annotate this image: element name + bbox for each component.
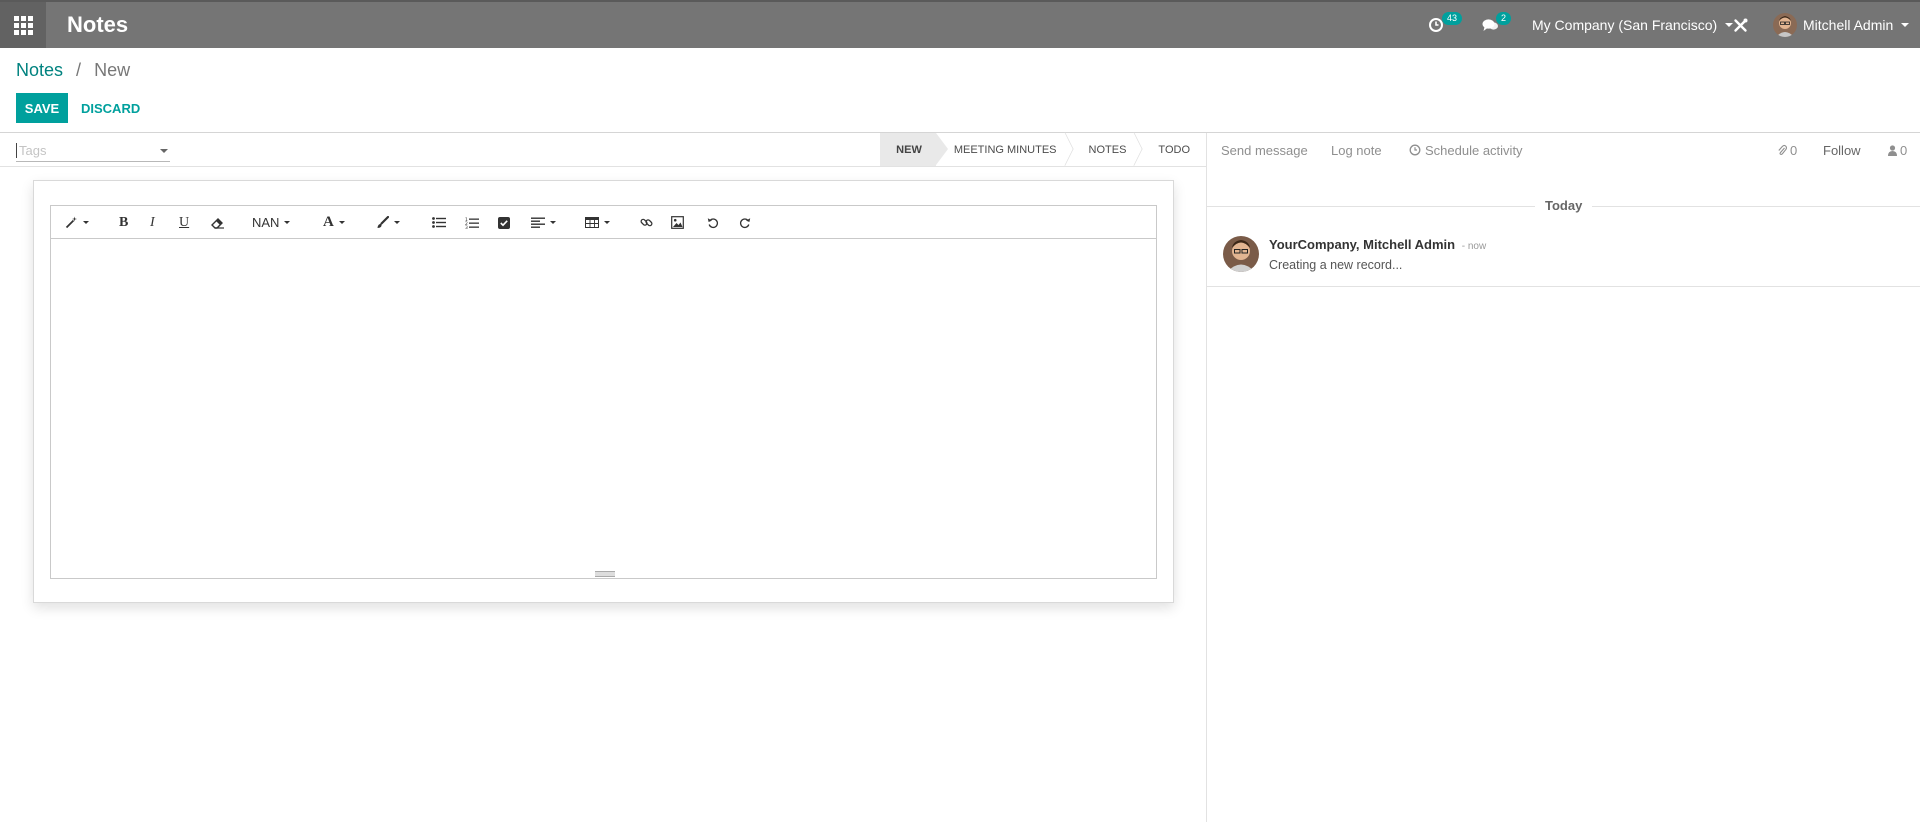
stage-label: NEW (896, 143, 922, 156)
bullet-list-icon (432, 217, 446, 228)
font-color-dropdown[interactable]: A (323, 206, 345, 239)
caret-down-icon (1725, 23, 1734, 27)
stage-label: NOTES (1088, 143, 1127, 156)
chatter-panel: Send message Log note Schedule activity … (1206, 133, 1920, 822)
checklist-button[interactable] (498, 206, 510, 239)
stage-label: TODO (1158, 143, 1190, 156)
font-size-dropdown[interactable]: NAN (252, 206, 291, 239)
note-content-area[interactable] (51, 239, 1156, 578)
message-author: YourCompany, Mitchell Admin - now (1269, 237, 1486, 252)
editor-toolbar: B I U NAN A 1 2 3 (51, 206, 1156, 239)
chatter-topbar: Send message Log note Schedule activity … (1207, 133, 1920, 167)
italic-button[interactable]: I (150, 206, 155, 239)
insert-link-button[interactable] (640, 206, 653, 239)
app-title[interactable]: Notes (67, 12, 128, 38)
redo-button[interactable] (739, 206, 751, 239)
magic-wand-icon (65, 216, 77, 229)
background-color-dropdown[interactable] (376, 206, 400, 239)
clock-icon (1409, 144, 1421, 156)
debug-tools-button[interactable] (1733, 2, 1748, 48)
stage-label: MEETING MINUTES (953, 143, 1057, 156)
form-sheet: B I U NAN A 1 2 3 (33, 180, 1174, 603)
stage-notes[interactable]: NOTES (1071, 132, 1143, 166)
style-dropdown[interactable] (65, 206, 89, 239)
svg-text:3: 3 (465, 225, 468, 229)
checkbox-icon (498, 216, 510, 229)
paragraph-align-dropdown[interactable] (531, 206, 556, 239)
bold-button[interactable]: B (119, 206, 128, 239)
stage-meeting-minutes[interactable]: MEETING MINUTES (936, 132, 1074, 166)
paint-brush-icon (377, 216, 389, 228)
tools-icon (1734, 18, 1748, 32)
breadcrumb: Notes / New (16, 60, 130, 81)
ordered-list-button[interactable]: 1 2 3 (465, 206, 479, 239)
form-header: NEW MEETING MINUTES NOTES TODO (0, 132, 1206, 167)
save-button[interactable]: SAVE (16, 93, 68, 123)
followers-count: 0 (1900, 142, 1908, 158)
image-icon (671, 216, 684, 229)
underline-button[interactable]: U (179, 206, 189, 239)
editor-resize-handle[interactable] (595, 571, 615, 577)
insert-image-button[interactable] (671, 206, 684, 239)
table-dropdown[interactable] (585, 206, 610, 239)
top-navbar: Notes 43 2 My Company (San Francisco) Mi… (0, 0, 1920, 48)
message-date: - now (1461, 241, 1487, 252)
user-icon (1888, 144, 1897, 156)
font-color-icon: A (323, 214, 334, 230)
table-icon (585, 217, 599, 228)
undo-button[interactable] (707, 206, 719, 239)
html-editor: B I U NAN A 1 2 3 (50, 205, 1157, 579)
tags-field[interactable] (16, 142, 170, 162)
schedule-activity-label: Schedule activity (1425, 142, 1523, 158)
activity-count-badge: 43 (1442, 12, 1463, 25)
link-icon (640, 218, 653, 227)
eraser-icon (211, 217, 224, 229)
attachments-count: 0 (1790, 142, 1798, 158)
date-separator-label: Today (1535, 198, 1593, 213)
stage-todo[interactable]: TODO (1140, 133, 1206, 166)
breadcrumb-notes-link[interactable]: Notes (16, 60, 63, 80)
user-name: Mitchell Admin (1803, 17, 1894, 33)
attachments-button[interactable]: 0 (1777, 133, 1797, 167)
stage-statusbar: NEW MEETING MINUTES NOTES TODO (880, 132, 1206, 166)
unordered-list-button[interactable] (432, 206, 446, 239)
align-left-icon (531, 217, 545, 228)
message-body: Creating a new record... (1269, 258, 1403, 272)
caret-down-icon (1901, 23, 1910, 27)
discard-button[interactable]: DISCARD (81, 93, 140, 123)
messages-count-badge: 2 (1496, 12, 1512, 25)
author-name[interactable]: YourCompany, Mitchell Admin (1269, 237, 1455, 252)
author-avatar[interactable] (1223, 236, 1259, 272)
stage-new[interactable]: NEW (880, 133, 948, 166)
undo-icon (707, 217, 719, 228)
apps-grid-icon (13, 15, 33, 35)
log-note-button[interactable]: Log note (1331, 133, 1382, 167)
follow-button[interactable]: Follow (1823, 133, 1861, 167)
company-switcher[interactable]: My Company (San Francisco) (1532, 2, 1734, 48)
paperclip-icon (1778, 144, 1787, 155)
followers-button[interactable]: 0 (1888, 133, 1907, 167)
font-size-value: NAN (252, 215, 280, 230)
user-menu[interactable]: Mitchell Admin (1773, 2, 1910, 48)
send-message-button[interactable]: Send message (1221, 133, 1308, 167)
caret-down-icon[interactable] (160, 149, 168, 153)
redo-icon (739, 217, 751, 228)
remove-format-button[interactable] (211, 206, 225, 239)
breadcrumb-separator: / (76, 60, 82, 80)
company-name: My Company (San Francisco) (1532, 17, 1718, 33)
tags-input[interactable] (16, 143, 152, 158)
user-avatar (1773, 13, 1797, 37)
breadcrumb-current: New (94, 60, 131, 80)
schedule-activity-button[interactable]: Schedule activity (1409, 133, 1523, 167)
chatter-message: YourCompany, Mitchell Admin - now Creati… (1207, 233, 1920, 287)
apps-menu-button[interactable] (0, 2, 46, 48)
messaging-menu[interactable]: 2 (1482, 2, 1512, 48)
numbered-list-icon: 1 2 3 (465, 217, 479, 229)
activity-menu[interactable]: 43 (1428, 2, 1463, 48)
